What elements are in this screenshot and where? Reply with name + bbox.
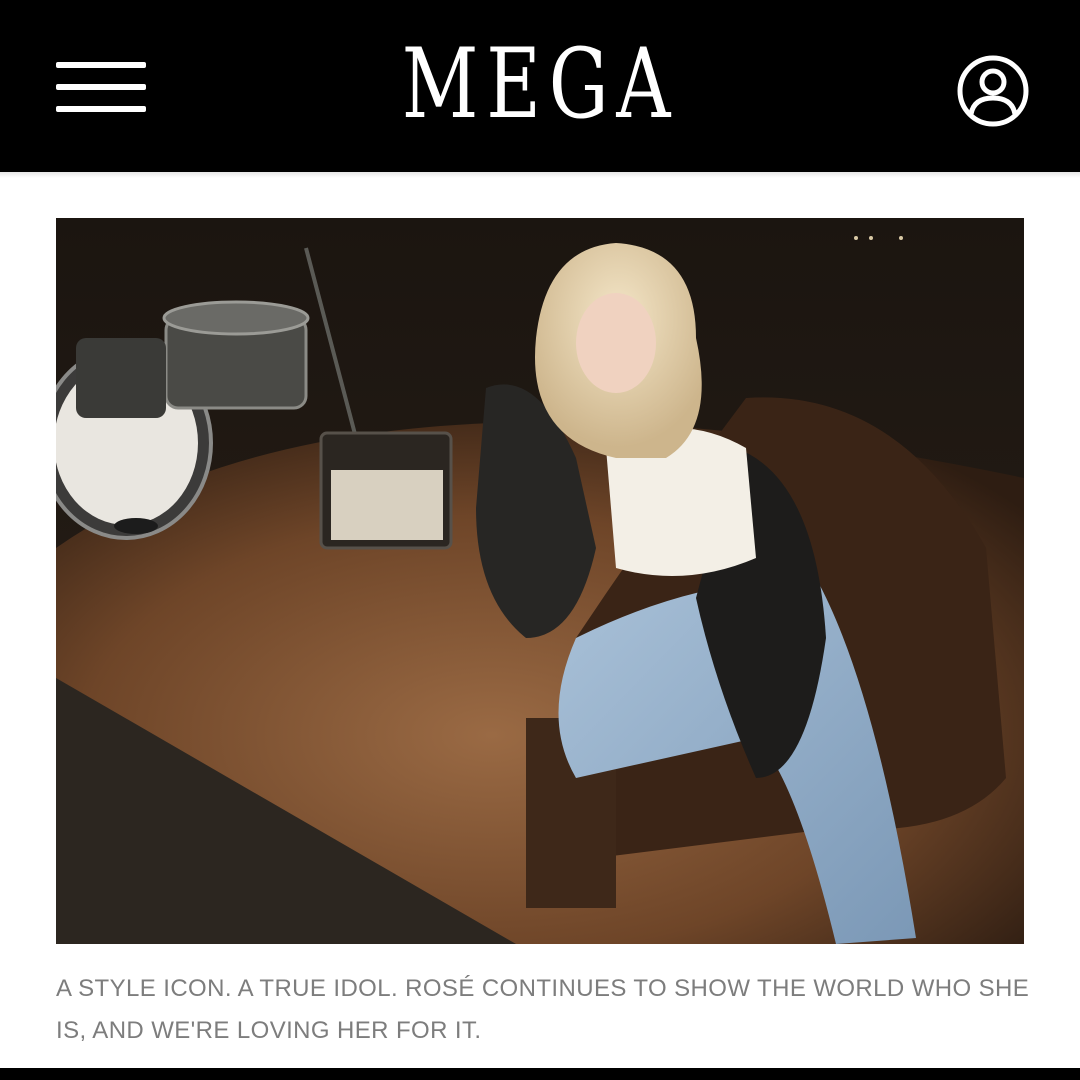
brand-logo[interactable]: MEGA xyxy=(119,28,961,140)
header-divider xyxy=(0,172,1080,178)
user-account-icon[interactable] xyxy=(956,54,1030,128)
bottom-edge-bar xyxy=(0,1068,1080,1080)
article-hero-image[interactable] xyxy=(56,218,1024,944)
article-caption: A STYLE ICON. A TRUE IDOL. ROSÉ CONTINUE… xyxy=(56,975,1030,1044)
top-navigation-bar: MEGA xyxy=(0,0,1080,172)
